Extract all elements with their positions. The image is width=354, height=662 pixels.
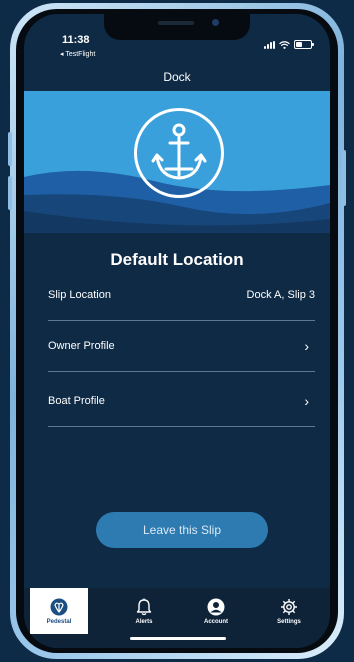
front-camera — [212, 19, 219, 26]
wifi-icon — [279, 40, 290, 49]
tab-alerts[interactable]: Alerts — [115, 588, 173, 634]
testflight-back-link[interactable]: ◂ TestFlight — [60, 50, 95, 58]
gear-icon — [281, 599, 297, 615]
home-indicator[interactable] — [130, 637, 226, 640]
page-title: Dock — [163, 70, 191, 84]
tab-pedestal[interactable]: Pedestal — [30, 588, 88, 634]
leave-slip-button[interactable]: Leave this Slip — [96, 512, 268, 548]
anchor-icon — [151, 123, 207, 180]
account-icon — [207, 598, 225, 616]
owner-profile-label: Owner Profile — [48, 340, 115, 352]
slip-location-label: Slip Location — [48, 289, 111, 301]
app-screen: 11:38 ◂ TestFlight Dock Default Location… — [24, 14, 330, 648]
tab-alerts-label: Alerts — [135, 619, 153, 625]
chevron-right-icon: › — [304, 393, 309, 409]
status-icons — [264, 40, 314, 49]
owner-profile-row[interactable]: Owner Profile › — [48, 321, 315, 372]
tab-account-label: Account — [204, 619, 228, 625]
status-time: 11:38 — [62, 34, 90, 46]
tab-account[interactable]: Account — [187, 588, 245, 634]
boat-profile-row[interactable]: Boat Profile › — [48, 376, 315, 427]
anchor-logo — [134, 108, 224, 198]
volume-up-button — [8, 132, 12, 166]
location-title: Default Location — [110, 250, 244, 269]
tab-pedestal-label: Pedestal — [46, 619, 72, 625]
slip-location-row: Slip Location Dock A, Slip 3 — [48, 270, 315, 321]
power-button — [342, 150, 346, 206]
speaker-grille — [158, 21, 194, 25]
tab-settings-label: Settings — [277, 619, 301, 625]
notch — [104, 14, 250, 40]
tab-settings[interactable]: Settings — [260, 588, 318, 634]
signal-icon — [264, 40, 275, 49]
boat-profile-label: Boat Profile — [48, 395, 105, 407]
battery-icon — [294, 40, 314, 49]
volume-down-button — [8, 176, 12, 210]
slip-location-value: Dock A, Slip 3 — [246, 289, 315, 301]
pedestal-icon — [50, 598, 68, 616]
chevron-right-icon: › — [304, 338, 309, 354]
bell-icon — [136, 598, 152, 616]
